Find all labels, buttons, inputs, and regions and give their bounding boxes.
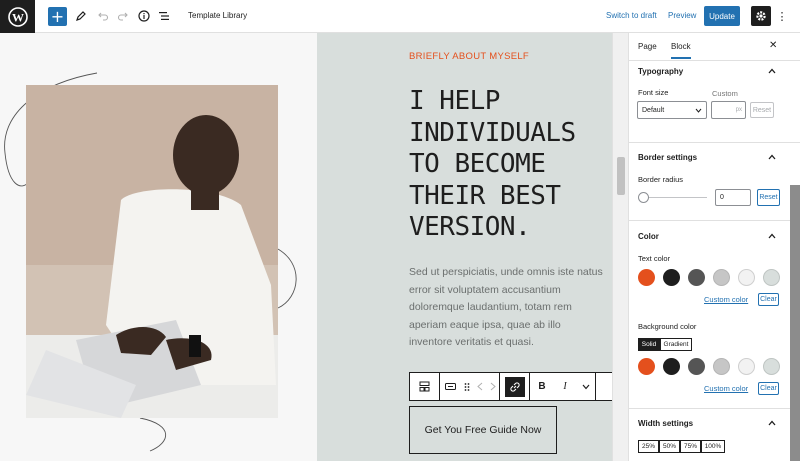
width-option-75[interactable]: 75%: [680, 440, 701, 453]
block-toolbar: B I: [409, 372, 612, 401]
eyebrow-heading[interactable]: BRIEFLY ABOUT MYSELF: [409, 51, 529, 62]
background-color-label: Background color: [638, 322, 697, 331]
move-right-icon[interactable]: [486, 373, 500, 400]
headline-line: TO BECOME: [409, 149, 546, 179]
border-radius-input[interactable]: 0: [715, 189, 751, 206]
wordpress-logo-icon[interactable]: W: [0, 0, 35, 33]
text-color-label: Text color: [638, 254, 671, 263]
hero-paragraph[interactable]: Sed ut perspiciatis, unde omnis iste nat…: [409, 264, 604, 352]
border-reset-button[interactable]: Reset: [757, 189, 780, 206]
bg-custom-color-link[interactable]: Custom color: [704, 384, 748, 393]
info-icon[interactable]: [137, 6, 151, 26]
cta-button[interactable]: Get You Free Guide Now: [409, 406, 557, 454]
bg-color-clear-button[interactable]: Clear: [758, 382, 779, 395]
chevron-up-icon[interactable]: [768, 153, 776, 161]
preview-button[interactable]: Preview: [668, 11, 696, 20]
sidebar-scrollbar[interactable]: [790, 185, 800, 461]
canvas-scrollbar-thumb[interactable]: [617, 157, 625, 195]
document-title[interactable]: Template Library: [188, 11, 247, 20]
redo-icon[interactable]: [116, 6, 130, 26]
border-panel-title[interactable]: Border settings: [638, 153, 697, 162]
svg-text:W: W: [12, 10, 24, 24]
bold-button[interactable]: B: [530, 373, 554, 400]
border-radius-slider-thumb[interactable]: [638, 192, 649, 203]
border-radius-value: 0: [720, 194, 724, 201]
settings-sidebar: Page Block ✕ Typography Font size Custom…: [628, 33, 800, 461]
border-radius-label: Border radius: [638, 175, 684, 184]
chevron-up-icon[interactable]: [768, 67, 776, 75]
canvas-scrollbar[interactable]: [612, 33, 628, 461]
link-icon[interactable]: [500, 373, 530, 400]
swatch-dark-gray[interactable]: [688, 269, 705, 286]
more-formatting-chevron-icon[interactable]: [576, 373, 596, 400]
link-icon-bg: [504, 376, 525, 397]
headline-line: I HELP: [409, 86, 500, 116]
bg-swatch-white[interactable]: [738, 358, 755, 375]
hero-headline[interactable]: I HELP INDIVIDUALS TO BECOME THEIR BEST …: [409, 86, 599, 244]
bg-swatch-light-gray[interactable]: [713, 358, 730, 375]
sidebar-tabs: Page Block ✕: [629, 33, 800, 61]
button-block-icon[interactable]: [440, 373, 460, 400]
bg-swatch-sage[interactable]: [763, 358, 780, 375]
font-size-value: Default: [642, 106, 665, 114]
move-left-icon[interactable]: [474, 373, 486, 400]
swatch-orange[interactable]: [638, 269, 655, 286]
text-color-clear-button[interactable]: Clear: [758, 293, 779, 306]
width-option-100[interactable]: 100%: [701, 440, 725, 453]
bg-swatch-black[interactable]: [663, 358, 680, 375]
list-view-icon[interactable]: [157, 6, 171, 26]
swatch-light-gray[interactable]: [713, 269, 730, 286]
undo-icon[interactable]: [96, 6, 110, 26]
chevron-up-icon[interactable]: [768, 419, 776, 427]
color-panel-title[interactable]: Color: [638, 232, 659, 241]
switch-to-draft-button[interactable]: Switch to draft: [606, 11, 657, 20]
typography-panel-title[interactable]: Typography: [638, 67, 683, 76]
width-option-25[interactable]: 25%: [638, 440, 659, 453]
divider: [629, 408, 800, 409]
custom-size-input[interactable]: px: [711, 101, 746, 119]
bg-swatch-dark-gray[interactable]: [688, 358, 705, 375]
editor-canvas: BRIEFLY ABOUT MYSELF I HELP INDIVIDUALS …: [0, 33, 612, 461]
add-block-button[interactable]: +: [48, 7, 67, 26]
drag-handle-icon[interactable]: [460, 373, 474, 400]
custom-size-unit: px: [735, 107, 742, 113]
width-panel-title[interactable]: Width settings: [638, 419, 693, 428]
width-option-50[interactable]: 50%: [659, 440, 680, 453]
border-radius-slider-track[interactable]: [643, 197, 707, 198]
block-type-icon[interactable]: [410, 373, 440, 400]
italic-button[interactable]: I: [554, 373, 576, 400]
headline-line: THEIR BEST: [409, 180, 561, 211]
tab-block[interactable]: Block: [671, 42, 691, 59]
swatch-sage[interactable]: [763, 269, 780, 286]
editor-topbar: W + Template Library Switch to draft Pre…: [0, 0, 800, 33]
text-custom-color-link[interactable]: Custom color: [704, 295, 748, 304]
headline-line: INDIVIDUALS: [409, 117, 576, 148]
divider: [629, 142, 800, 143]
custom-size-label: Custom: [712, 89, 738, 98]
settings-gear-icon[interactable]: [751, 6, 771, 26]
gradient-tab[interactable]: Gradient: [660, 338, 692, 351]
solid-tab[interactable]: Solid: [638, 338, 660, 351]
portrait-photo[interactable]: [26, 85, 278, 418]
swatch-white[interactable]: [738, 269, 755, 286]
swatch-black[interactable]: [663, 269, 680, 286]
chevron-up-icon[interactable]: [768, 232, 776, 240]
edit-pencil-icon[interactable]: [74, 6, 88, 26]
font-size-select[interactable]: Default: [637, 101, 707, 119]
bg-swatch-orange[interactable]: [638, 358, 655, 375]
tab-page[interactable]: Page: [638, 42, 657, 51]
chevron-down-icon: [695, 108, 702, 113]
close-sidebar-icon[interactable]: ✕: [769, 40, 777, 51]
more-options-icon[interactable]: ⋮: [776, 6, 788, 26]
typography-reset-button[interactable]: Reset: [750, 102, 774, 118]
update-button[interactable]: Update: [704, 6, 740, 26]
divider: [629, 220, 800, 221]
font-size-label: Font size: [638, 88, 669, 97]
headline-line: VERSION.: [409, 212, 531, 242]
